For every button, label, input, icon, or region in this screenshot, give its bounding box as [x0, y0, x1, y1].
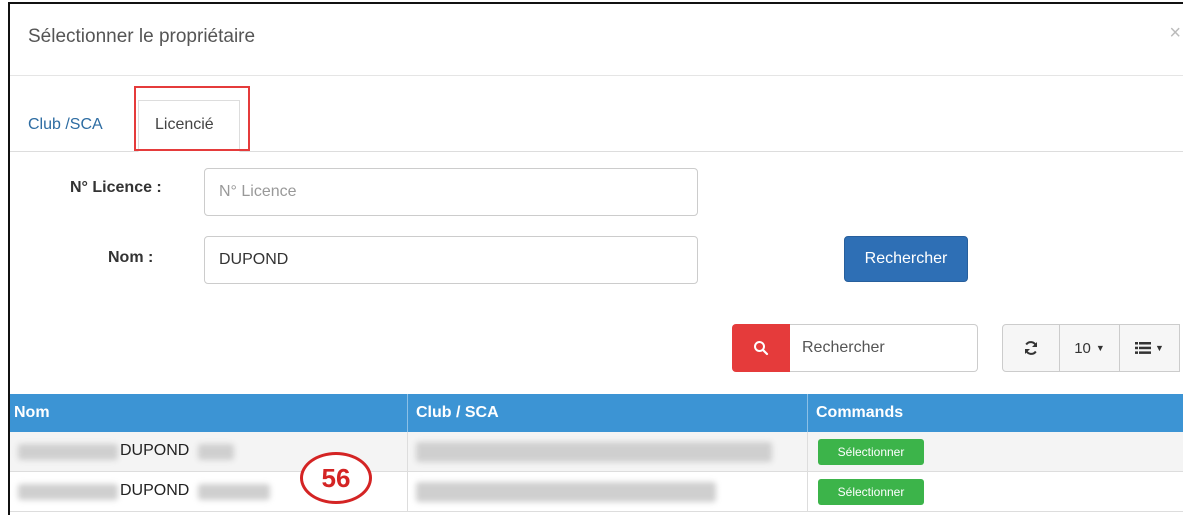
redacted-text	[198, 484, 270, 500]
page-size-dropdown[interactable]: 10 ▼	[1060, 324, 1120, 372]
redacted-club	[416, 442, 772, 462]
rechercher-button[interactable]: Rechercher	[844, 236, 968, 282]
nom-label: Nom :	[108, 249, 154, 266]
step-number-badge: 56	[300, 452, 372, 504]
licence-input[interactable]	[204, 168, 698, 216]
list-icon	[1135, 342, 1152, 354]
table-header: Nom Club / SCA Commands	[10, 394, 1183, 432]
column-header-commands: Commands	[816, 404, 904, 421]
column-header-club[interactable]: Club / SCA	[408, 394, 808, 432]
highlight-annotation	[134, 86, 250, 151]
licence-label: N° Licence :	[70, 179, 162, 196]
modal-title: Sélectionner le propriétaire	[28, 26, 256, 47]
modal-header: Sélectionner le propriétaire ×	[10, 4, 1183, 76]
refresh-icon	[1025, 341, 1037, 355]
search-icon	[754, 341, 769, 356]
table-row[interactable]: DUPOND Sélectionner	[10, 472, 1183, 512]
row-name: DUPOND	[120, 442, 190, 459]
caret-down-icon: ▼	[1095, 343, 1105, 353]
close-icon[interactable]: ×	[1169, 22, 1181, 45]
columns-dropdown[interactable]: ▼	[1120, 324, 1180, 372]
search-button[interactable]	[732, 324, 790, 372]
redacted-text	[198, 444, 234, 460]
caret-down-icon: ▼	[1155, 343, 1164, 353]
tab-club-sca[interactable]: Club /SCA	[28, 116, 103, 134]
redacted-text	[18, 444, 118, 460]
nom-input[interactable]	[204, 236, 698, 284]
page-size-value: 10	[1074, 339, 1091, 357]
modal-dialog: Sélectionner le propriétaire × Club /SCA…	[8, 2, 1183, 515]
table-search-input[interactable]	[790, 324, 978, 372]
select-button[interactable]: Sélectionner	[818, 439, 924, 465]
redacted-club	[416, 482, 716, 502]
select-button[interactable]: Sélectionner	[818, 479, 924, 505]
redacted-text	[18, 484, 118, 500]
table-row[interactable]: DUPOND Sélectionner	[10, 432, 1183, 472]
table-toolbar: 10 ▼ ▼	[1002, 324, 1180, 372]
row-name: DUPOND	[120, 482, 190, 499]
refresh-button[interactable]	[1002, 324, 1060, 372]
column-header-nom[interactable]: Nom	[10, 394, 408, 432]
